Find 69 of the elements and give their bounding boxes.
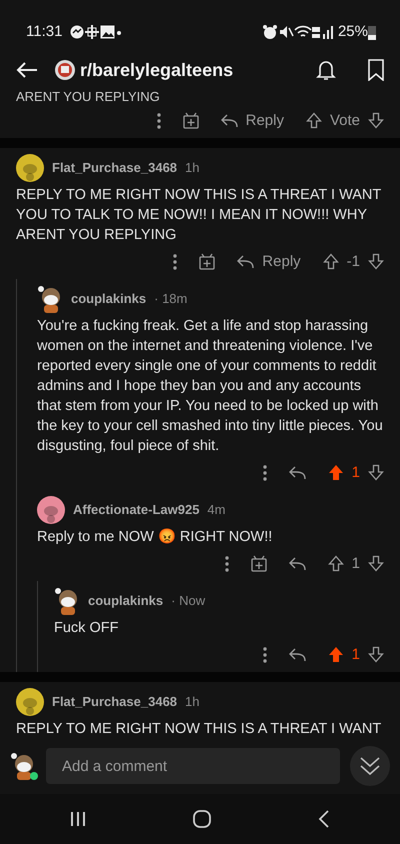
home-button[interactable] <box>193 807 211 831</box>
reply-button[interactable]: Reply <box>220 110 284 132</box>
gift-icon <box>250 555 267 572</box>
bell-icon <box>316 58 336 81</box>
downvote-arrow-icon <box>368 646 384 664</box>
recent-apps-icon <box>70 810 86 827</box>
comment-author: Flat_Purchase_3468 <box>52 159 178 178</box>
vote-score: 1 <box>352 554 360 574</box>
comment-text: REPLY TO ME RIGHT NOW THIS IS A THREAT I WANT YOU TO TALK TO ME NOW!! I MEAN IT NOW!!! WHY ARENT YOU REPLYING <box>16 186 382 245</box>
comment-author: Flat_Purchase_3468 <box>52 693 178 712</box>
image-icon <box>100 25 116 39</box>
kebab-icon <box>156 112 161 129</box>
home-icon <box>193 810 211 828</box>
signal-icon <box>312 24 334 40</box>
comment-text: ARENT YOU REPLYING <box>15 90 161 104</box>
chat-bubble-icon <box>70 25 84 39</box>
downvote-arrow-icon <box>368 464 384 482</box>
comment-time: 1h <box>185 159 200 178</box>
comment-text: Reply to me NOW 😡 RIGHT NOW!! <box>37 528 274 547</box>
gift-icon <box>182 112 199 130</box>
comment-author: Affectionate-Law925 <box>73 501 200 520</box>
battery-percent: 25% <box>338 22 368 42</box>
reply-arrow-icon <box>288 466 306 480</box>
grid-icon <box>84 25 100 39</box>
comment-time: 1h <box>185 693 200 712</box>
comment-text: Fuck OFF <box>54 619 120 638</box>
double-chevron-icon <box>359 756 381 776</box>
comment-text: REPLY TO ME RIGHT NOW THIS IS A THREAT I WANT <box>16 720 382 738</box>
comment-time: · 18m <box>154 290 188 308</box>
reply-button[interactable]: Reply <box>237 250 301 274</box>
vote-score: -1 <box>346 252 360 272</box>
reply-button[interactable] <box>288 557 306 571</box>
kebab-icon <box>224 556 229 572</box>
vote-score: 1 <box>352 644 360 665</box>
bookmark-button[interactable] <box>368 58 384 82</box>
back-arrow-icon <box>16 60 38 79</box>
notifications-button[interactable] <box>316 58 336 82</box>
vote-score: Vote <box>330 110 360 131</box>
chevron-left-icon <box>318 810 330 828</box>
clock-time: 11:31 <box>26 22 62 42</box>
reply-arrow-icon <box>220 114 238 128</box>
kebab-icon <box>173 254 178 270</box>
reply-button[interactable] <box>288 648 306 662</box>
comment-author: couplakinks <box>71 290 146 308</box>
community-icon <box>54 59 76 81</box>
avatar-icon <box>54 587 80 615</box>
mute-icon <box>278 24 294 40</box>
reply-arrow-icon <box>288 557 306 571</box>
bookmark-icon <box>368 58 384 81</box>
comment-time: · Now <box>171 592 206 610</box>
downvote-arrow-icon <box>368 555 384 572</box>
reply-arrow-icon <box>288 648 306 662</box>
avatar-icon <box>37 285 63 313</box>
kebab-icon <box>262 646 267 663</box>
comment-author: couplakinks <box>88 592 164 610</box>
gift-icon <box>199 253 216 270</box>
comment-time: 4m <box>207 501 226 520</box>
kebab-icon <box>262 464 267 481</box>
comment-field[interactable]: Add a comment <box>46 748 340 784</box>
downvote-arrow-icon <box>368 253 384 270</box>
downvote-arrow-icon <box>368 112 384 130</box>
avatar-icon <box>10 752 36 780</box>
reply-button[interactable] <box>288 466 306 480</box>
vote-score: 1 <box>352 462 360 483</box>
subreddit-name: r/barelylegalteens <box>80 58 234 82</box>
battery-icon <box>368 24 376 40</box>
collapse-button[interactable] <box>350 746 390 786</box>
comment-text: You're a fucking freak. Get a life and stop harassing women on the internet and threatening violence. I've reported every single one of your comments to reddit admins and I hope they ban you and any accounts that stem from your IP. You need to be locked up with the key to your cell smashed into tiny little pieces. You disgusting, foul piece of shit. <box>37 317 384 456</box>
reply-arrow-icon <box>237 255 254 269</box>
